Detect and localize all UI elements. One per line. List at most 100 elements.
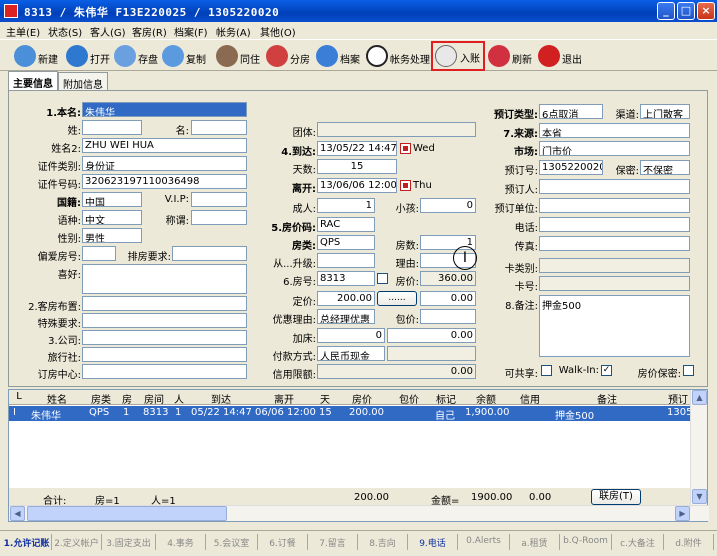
tab-allow-charge[interactable]: 1.允许记账 bbox=[2, 534, 52, 550]
calendar-icon[interactable] bbox=[400, 180, 411, 191]
language-field[interactable]: 中文 bbox=[82, 210, 142, 225]
tab-alerts[interactable]: 0.Alerts bbox=[458, 534, 510, 550]
menu-other[interactable]: 其他(O) bbox=[260, 24, 296, 39]
depart-field[interactable]: 13/06/06 12:00 bbox=[317, 178, 397, 193]
col-header[interactable]: 房间 bbox=[139, 391, 169, 406]
package-field[interactable] bbox=[420, 309, 476, 324]
tab-rental[interactable]: a.租赁 bbox=[510, 534, 560, 550]
tab-fixed-charges[interactable]: 3.固定支出 bbox=[102, 534, 156, 550]
phone-field[interactable] bbox=[539, 217, 690, 232]
col-header[interactable]: 人 bbox=[171, 391, 187, 406]
calendar-icon[interactable] bbox=[400, 143, 411, 154]
extra-bed-field[interactable]: 0 bbox=[317, 328, 385, 343]
col-header[interactable]: 房价 bbox=[337, 391, 387, 406]
horizontal-scrollbar[interactable]: ◀ ▶ bbox=[9, 505, 709, 521]
tab-main-info[interactable]: 主要信息 bbox=[8, 71, 58, 91]
tab-define-account[interactable]: 2.定义帐户 bbox=[52, 534, 102, 550]
source-field[interactable]: 本省 bbox=[539, 123, 690, 138]
days-field[interactable]: 15 bbox=[317, 159, 397, 174]
nationality-field[interactable]: 中国 bbox=[82, 192, 142, 207]
tab-extra-info[interactable]: 附加信息 bbox=[58, 72, 108, 91]
company-field[interactable] bbox=[82, 330, 247, 345]
cohabit-button[interactable]: 同住 bbox=[216, 43, 262, 69]
menu-status[interactable]: 状态(S) bbox=[48, 24, 82, 39]
col-header[interactable]: 姓名 bbox=[29, 391, 85, 406]
id-type-field[interactable]: 身份证 bbox=[82, 156, 247, 171]
col-header[interactable]: 天 bbox=[315, 391, 335, 406]
scroll-down-icon[interactable]: ▼ bbox=[692, 489, 707, 504]
tab-meeting-room[interactable]: 5.会议室 bbox=[206, 534, 258, 550]
copy-button[interactable]: 复制 bbox=[162, 43, 208, 69]
open-button[interactable]: 打开 bbox=[66, 43, 112, 69]
given-name-field[interactable] bbox=[191, 120, 247, 135]
scroll-up-icon[interactable]: ▲ bbox=[692, 390, 707, 405]
menu-main[interactable]: 主单(E) bbox=[6, 24, 40, 39]
hobby-field[interactable] bbox=[82, 264, 247, 294]
booking-unit-field[interactable] bbox=[539, 198, 690, 213]
arrive-field[interactable]: 13/05/22 14:47 bbox=[317, 141, 397, 156]
scroll-right-icon[interactable]: ▶ bbox=[675, 506, 690, 521]
tab-attachment[interactable]: d.附件 bbox=[664, 534, 714, 550]
group-field[interactable] bbox=[317, 122, 476, 137]
price-more-button[interactable]: ...... bbox=[377, 291, 417, 306]
split-button[interactable]: 分房 bbox=[266, 43, 312, 69]
col-header[interactable]: 信用 bbox=[511, 391, 549, 406]
room-type-field[interactable]: QPS bbox=[317, 235, 375, 250]
col-header[interactable]: 离开 bbox=[255, 391, 313, 406]
profile-button[interactable]: 档案 bbox=[316, 43, 362, 69]
preferred-room-field[interactable] bbox=[82, 246, 116, 261]
tab-phone[interactable]: 9.电话 bbox=[408, 534, 458, 550]
title-field[interactable] bbox=[191, 210, 247, 225]
adult-field[interactable]: 1 bbox=[317, 198, 375, 213]
col-header[interactable]: 包价 bbox=[389, 391, 429, 406]
tab-notice[interactable]: 8.吉向 bbox=[358, 534, 408, 550]
reservation-number-field[interactable]: 1305220020 bbox=[539, 160, 603, 175]
menu-profile[interactable]: 档案(F) bbox=[174, 24, 208, 39]
checkin-button[interactable]: 入账 bbox=[431, 41, 485, 71]
tab-big-remark[interactable]: c.大备注 bbox=[612, 534, 664, 550]
save-button[interactable]: 存盘 bbox=[114, 43, 160, 69]
table-row[interactable]: I 朱伟华 QPS 1 8313 1 05/22 14:47 06/06 12:… bbox=[9, 406, 705, 422]
surname-field[interactable] bbox=[82, 120, 142, 135]
billing-button[interactable]: 帐务处理 bbox=[366, 43, 430, 69]
shareable-checkbox[interactable] bbox=[541, 365, 552, 376]
menu-guest[interactable]: 客人(G) bbox=[90, 24, 126, 39]
walk-in-checkbox[interactable]: ✓ bbox=[601, 365, 612, 376]
vertical-scrollbar[interactable]: ▲ ▼ bbox=[690, 390, 707, 506]
close-button[interactable]: × bbox=[697, 2, 715, 20]
col-header[interactable]: 余额 bbox=[463, 391, 509, 406]
remark-field[interactable]: 押金500 bbox=[539, 295, 690, 357]
scroll-thumb[interactable] bbox=[27, 506, 227, 521]
col-header[interactable]: 房 bbox=[117, 391, 137, 406]
name2-field[interactable]: ZHU WEI HUA bbox=[82, 138, 247, 153]
minimize-button[interactable]: _ bbox=[657, 2, 675, 20]
scroll-left-icon[interactable]: ◀ bbox=[10, 506, 25, 521]
room-lock-checkbox[interactable] bbox=[377, 273, 388, 284]
rate-confidential-checkbox[interactable] bbox=[683, 365, 694, 376]
market-field[interactable]: 门市价 bbox=[539, 141, 690, 156]
vip-field[interactable] bbox=[191, 192, 247, 207]
travel-agent-field[interactable] bbox=[82, 347, 247, 362]
col-header[interactable]: 标记 bbox=[431, 391, 461, 406]
channel-field[interactable]: 上门散客 bbox=[640, 104, 690, 119]
price-field[interactable]: 200.00 bbox=[317, 291, 375, 306]
room-request-field[interactable] bbox=[172, 246, 247, 261]
menu-account[interactable]: 帐务(A) bbox=[216, 24, 251, 39]
col-header[interactable]: 备注 bbox=[551, 391, 663, 406]
tab-affairs[interactable]: 4.事务 bbox=[156, 534, 206, 550]
tab-dining[interactable]: 6.订餐 bbox=[258, 534, 308, 550]
room-layout-field[interactable] bbox=[82, 296, 247, 311]
col-header[interactable]: L bbox=[11, 391, 27, 402]
id-number-field[interactable]: 320623197110036498 bbox=[82, 174, 247, 189]
col-header[interactable]: 房类 bbox=[87, 391, 115, 406]
rate-code-field[interactable]: RAC bbox=[317, 217, 375, 232]
upgrade-field[interactable] bbox=[317, 253, 375, 268]
menu-room[interactable]: 客房(R) bbox=[132, 24, 167, 39]
new-button[interactable]: 新建 bbox=[14, 43, 60, 69]
room-number-field[interactable]: 8313 bbox=[317, 271, 375, 286]
maximize-button[interactable]: □ bbox=[677, 2, 695, 20]
link-rooms-button[interactable]: 联房(T) bbox=[591, 489, 641, 505]
tab-q-room[interactable]: b.Q-Room bbox=[560, 534, 612, 550]
refresh-button[interactable]: 刷新 bbox=[488, 43, 534, 69]
fax-field[interactable] bbox=[539, 236, 690, 251]
